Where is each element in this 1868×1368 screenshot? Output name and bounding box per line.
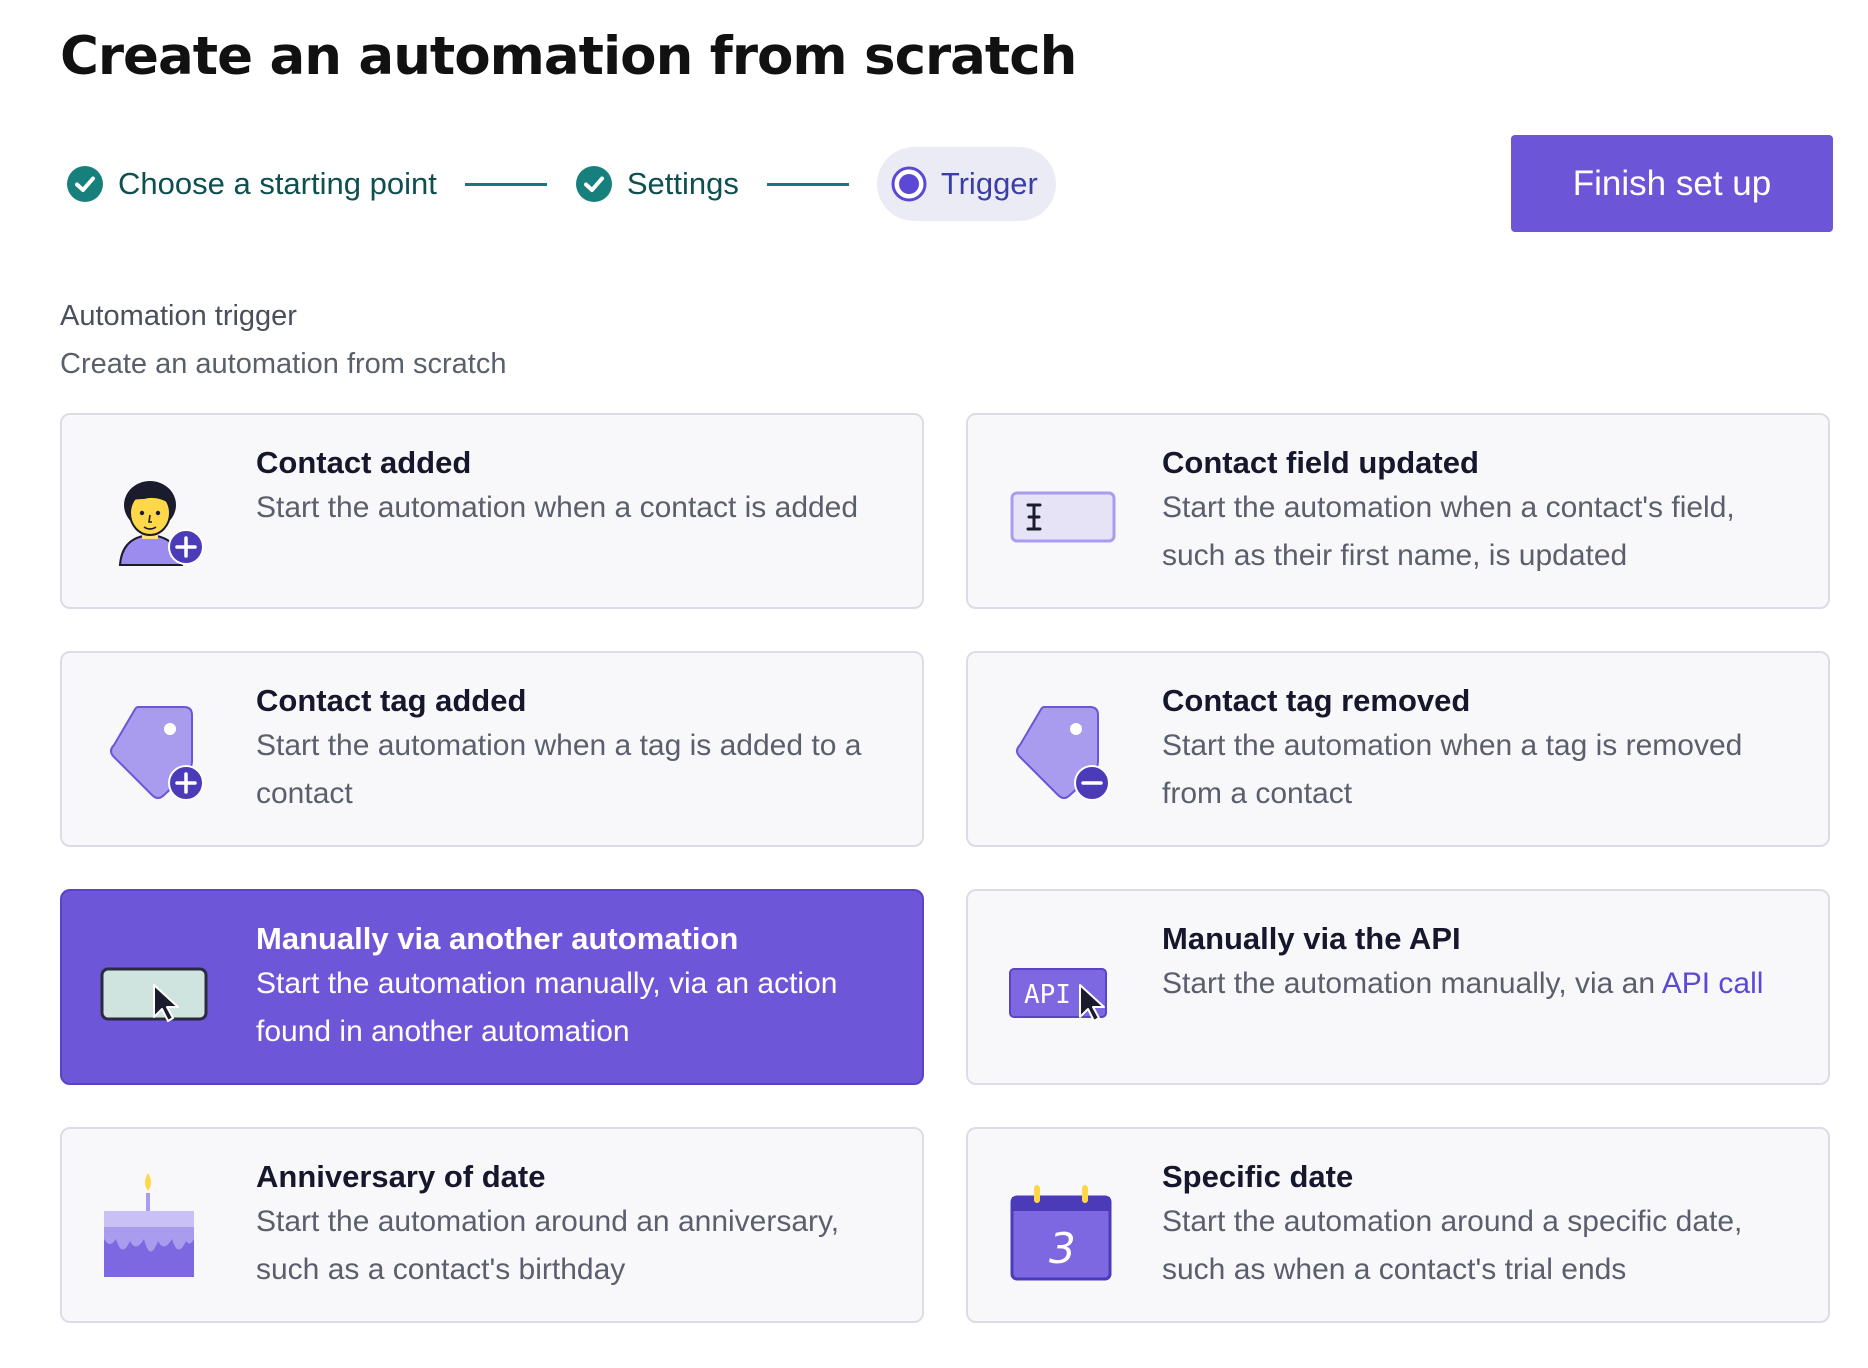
- step-label: Settings: [626, 166, 739, 201]
- trigger-title: Contact field updated: [1162, 445, 1479, 480]
- trigger-card-manual-api[interactable]: API Manually via the API Start the autom…: [966, 889, 1830, 1085]
- finish-setup-button[interactable]: Finish set up: [1511, 135, 1833, 232]
- contact-add-icon: [98, 453, 218, 573]
- trigger-title: Manually via another automation: [256, 921, 739, 956]
- step-label: Trigger: [940, 166, 1038, 201]
- step-label: Choose a starting point: [118, 166, 437, 201]
- section-subtitle: Create an automation from scratch: [60, 348, 507, 380]
- trigger-title: Manually via the API: [1162, 921, 1461, 956]
- trigger-description: Start the automation around a specific d…: [1162, 1205, 1743, 1286]
- svg-text:3: 3: [1049, 1224, 1076, 1273]
- trigger-card-anniversary[interactable]: Anniversary of date Start the automation…: [60, 1127, 924, 1323]
- api-call-link[interactable]: API call: [1662, 967, 1764, 1000]
- step-connector: [464, 182, 547, 186]
- description-text: Start the automation manually, via an: [1162, 967, 1662, 1000]
- trigger-description: Start the automation manually, via an AP…: [1162, 960, 1802, 1008]
- check-circle-icon: [575, 166, 612, 202]
- trigger-title: Contact tag removed: [1162, 683, 1471, 718]
- trigger-card-contact-field-updated[interactable]: Contact field updated Start the automati…: [966, 413, 1830, 609]
- trigger-description: Start the automation when a tag is remov…: [1162, 729, 1743, 810]
- trigger-description: Start the automation when a contact's fi…: [1162, 491, 1735, 572]
- current-step-icon: [891, 166, 927, 202]
- trigger-description: Start the automation when a contact is a…: [256, 491, 859, 524]
- trigger-title: Anniversary of date: [256, 1159, 546, 1194]
- trigger-title: Contact tag added: [256, 683, 527, 718]
- trigger-description: Start the automation around an anniversa…: [256, 1205, 840, 1286]
- check-circle-icon: [67, 166, 103, 202]
- step-trigger[interactable]: Trigger: [876, 147, 1056, 221]
- tag-add-icon: [98, 691, 218, 811]
- trigger-title: Specific date: [1162, 1159, 1354, 1194]
- svg-text:API: API: [1024, 980, 1071, 1010]
- progress-stepper: Choose a starting point Settings Trigger: [66, 147, 1056, 221]
- trigger-card-contact-tag-added[interactable]: Contact tag added Start the automation w…: [60, 651, 924, 847]
- trigger-description: Start the automation when a tag is added…: [256, 729, 862, 810]
- page-title: Create an automation from scratch: [60, 26, 1077, 87]
- calendar-icon: 3: [1004, 1167, 1124, 1287]
- step-connector: [766, 182, 849, 186]
- step-choose-starting-point[interactable]: Choose a starting point: [66, 147, 437, 221]
- cake-icon: [98, 1167, 218, 1287]
- trigger-title: Contact added: [256, 445, 472, 480]
- trigger-grid: Contact added Start the automation when …: [60, 413, 1830, 1323]
- trigger-card-contact-added[interactable]: Contact added Start the automation when …: [60, 413, 924, 609]
- button-cursor-icon: [98, 929, 218, 1049]
- step-settings[interactable]: Settings: [575, 147, 739, 221]
- trigger-card-contact-tag-removed[interactable]: Contact tag removed Start the automation…: [966, 651, 1830, 847]
- trigger-card-specific-date[interactable]: 3 Specific date Start the automation aro…: [966, 1127, 1830, 1323]
- section-title: Automation trigger: [60, 300, 297, 332]
- trigger-description: Start the automation manually, via an ac…: [256, 967, 838, 1048]
- text-field-icon: [1004, 453, 1124, 573]
- api-cursor-icon: API: [1004, 929, 1124, 1049]
- trigger-card-manual-automation[interactable]: Manually via another automation Start th…: [60, 889, 924, 1085]
- tag-remove-icon: [1004, 691, 1124, 811]
